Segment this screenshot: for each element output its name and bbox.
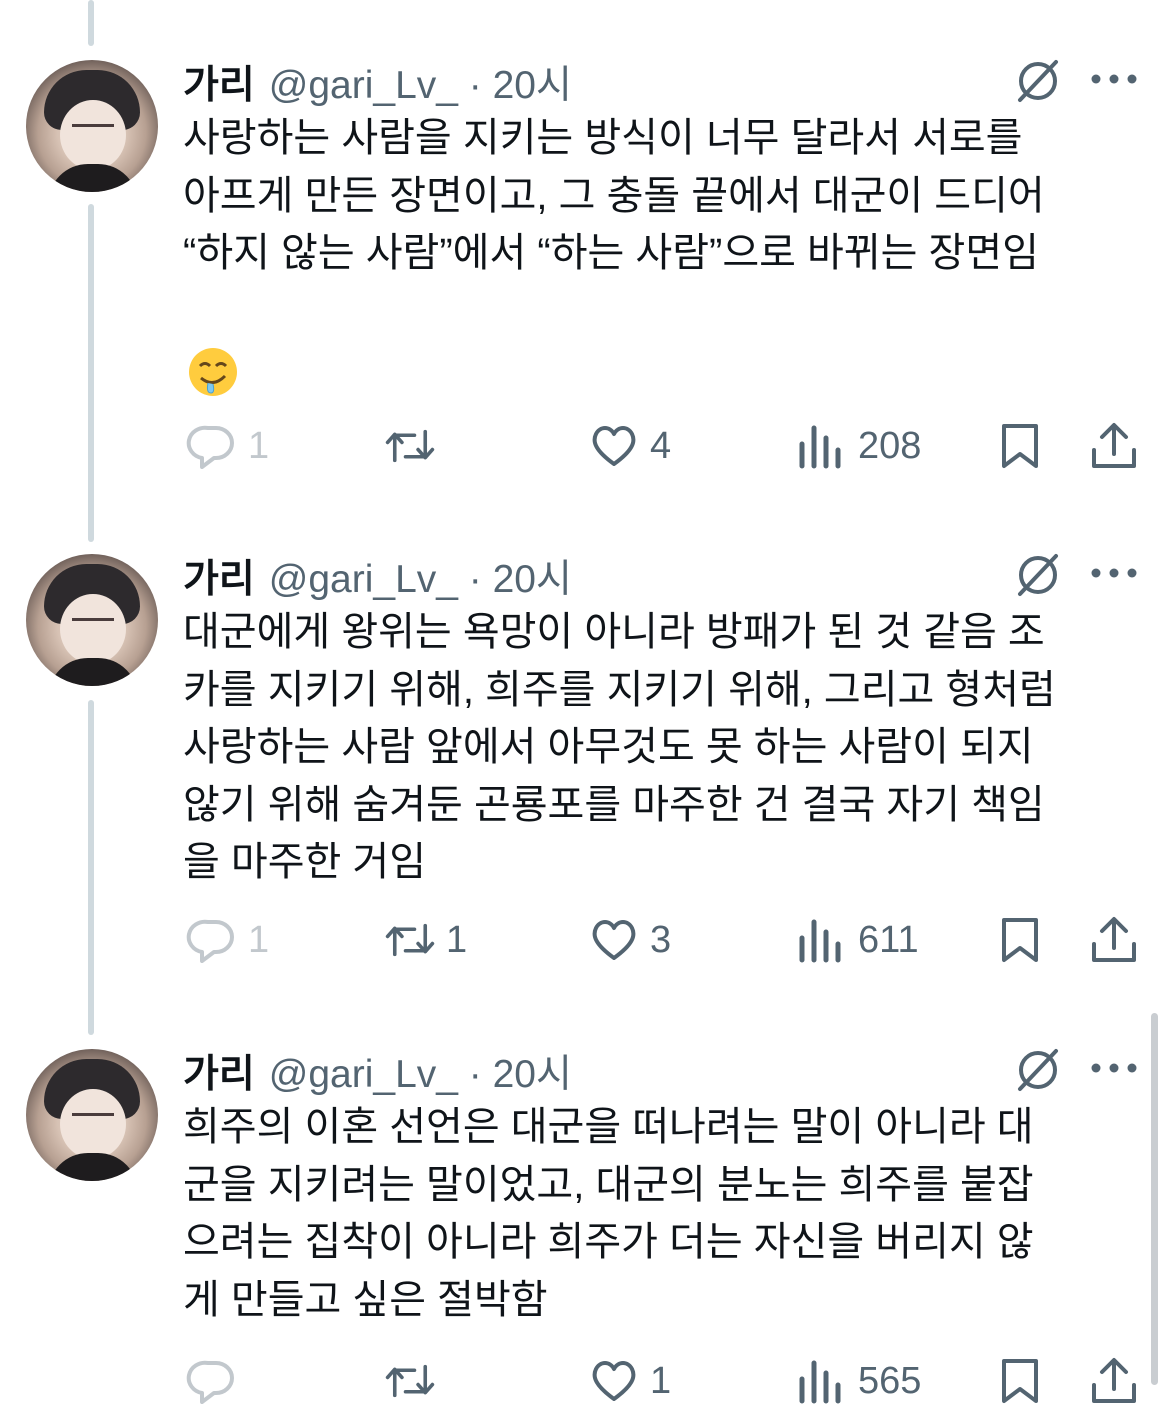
author-handle-time[interactable]: @gari_Lv_ · 20시 <box>269 54 572 110</box>
tweet-line: 사랑하는 사람 앞에서 아무것도 못 하는 사람이 되지 <box>183 725 1034 769</box>
like-icon <box>592 920 636 960</box>
reply-button[interactable]: 1 <box>186 420 269 472</box>
like-button[interactable]: 1 <box>588 1355 671 1407</box>
tweet-line: 않기 위해 숨겨둔 곤룡포를 마주한 건 결국 자기 책임 <box>183 782 1045 827</box>
avatar[interactable] <box>26 1049 158 1181</box>
reply-icon <box>186 425 234 469</box>
action-bar: 1 565 <box>0 1355 1169 1415</box>
tweet[interactable]: 가리 @gari_Lv_ · 20시 대군에게 왕위는 욕망이 아니라 방패가 … <box>0 530 1169 1025</box>
tweet-line: “하지 않는 사람”에서 “하는 사람”으로 바뀌는 장면임 <box>183 231 1039 275</box>
retweet-icon <box>385 429 435 463</box>
views-icon <box>799 425 841 469</box>
author-handle-time[interactable]: @gari_Lv_ · 20시 <box>269 548 572 604</box>
avatar[interactable] <box>26 60 158 192</box>
grok-icon[interactable] <box>1012 548 1064 600</box>
action-bar: 1 1 3 611 <box>0 914 1169 974</box>
share-icon <box>1092 423 1136 468</box>
grok-icon[interactable] <box>1012 1043 1064 1095</box>
share-button[interactable] <box>1088 420 1140 472</box>
bookmark-button[interactable] <box>994 1355 1046 1407</box>
like-count: 4 <box>650 424 672 467</box>
tweet-text: 희주의 이혼 선언은 대군을 떠나려는 말이 아니라 대 군을 지키려는 말이었… <box>183 1099 1143 1329</box>
author-name[interactable]: 가리 <box>183 548 255 604</box>
views-button[interactable]: 611 <box>796 914 919 966</box>
tweet-line: 아프게 만든 장면이고, 그 충돌 끝에서 대군이 드디어 <box>183 173 1045 218</box>
retweet-icon <box>385 923 435 957</box>
tweet-line: 으려는 집착이 아니라 희주가 더는 자신을 버리지 않 <box>183 1220 1034 1264</box>
retweet-count: 1 <box>446 918 468 961</box>
tweet[interactable]: 가리 @gari_Lv_ · 20시 희주의 이혼 선언은 대군을 떠나려는 말… <box>0 1025 1169 1404</box>
scrollbar[interactable] <box>1151 1013 1158 1385</box>
retweet-button[interactable] <box>384 420 446 472</box>
like-count: 1 <box>650 1359 672 1402</box>
tweet-line: 사랑하는 사람을 지키는 방식이 너무 달라서 서로를 <box>183 116 1023 160</box>
tweet-line: 카를 지키기 위해, 희주를 지키기 위해, 그리고 형처럼 <box>183 667 1056 712</box>
like-button[interactable]: 4 <box>588 420 671 472</box>
reply-button[interactable]: 1 <box>186 914 269 966</box>
views-count: 208 <box>858 424 922 467</box>
views-icon <box>799 919 841 963</box>
retweet-button[interactable]: 1 <box>384 914 467 966</box>
tweet-text: 대군에게 왕위는 욕망이 아니라 방패가 된 것 같음 조 카를 지키기 위해,… <box>183 604 1143 892</box>
bookmark-icon <box>1002 424 1038 468</box>
views-button[interactable]: 565 <box>796 1355 921 1407</box>
views-count: 565 <box>858 1359 922 1402</box>
like-icon <box>592 1361 636 1401</box>
author-name[interactable]: 가리 <box>183 54 255 110</box>
share-button[interactable] <box>1088 914 1140 966</box>
bookmark-button[interactable] <box>994 914 1046 966</box>
views-icon <box>799 1360 841 1404</box>
share-icon <box>1092 917 1136 962</box>
more-icon[interactable] <box>1090 73 1138 85</box>
tweet-line: 군을 지키려는 말이었고, 대군의 분노는 희주를 붙잡 <box>183 1162 1034 1207</box>
reply-button[interactable] <box>186 1355 248 1407</box>
bookmark-icon <box>1002 918 1038 962</box>
reply-icon <box>186 1360 234 1404</box>
author-handle-time[interactable]: @gari_Lv_ · 20시 <box>269 1043 572 1099</box>
tweet-line: 희주의 이혼 선언은 대군을 떠나려는 말이 아니라 대 <box>183 1105 1034 1149</box>
share-icon <box>1092 1358 1136 1403</box>
drooling-face-emoji <box>189 348 237 396</box>
views-button[interactable]: 208 <box>796 420 921 472</box>
tweet[interactable]: 가리 @gari_Lv_ · 20시 사랑하는 사람을 지키는 방식이 너무 달… <box>0 0 1169 530</box>
more-icon[interactable] <box>1090 1062 1138 1074</box>
bookmark-icon <box>1002 1359 1038 1403</box>
reply-count: 1 <box>248 424 270 467</box>
retweet-button[interactable] <box>384 1355 446 1407</box>
tweet-line: 대군에게 왕위는 욕망이 아니라 방패가 된 것 같음 조 <box>183 610 1045 654</box>
tweet-line: 게 만들고 싶은 절박함 <box>183 1277 548 1322</box>
retweet-icon <box>385 1364 435 1398</box>
tweet-line: 을 마주한 거임 <box>183 840 427 884</box>
more-icon[interactable] <box>1090 567 1138 579</box>
grok-icon[interactable] <box>1012 54 1064 106</box>
author-name[interactable]: 가리 <box>183 1043 255 1099</box>
bookmark-button[interactable] <box>994 420 1046 472</box>
action-bar: 1 4 208 <box>0 420 1169 480</box>
tweet-text: 사랑하는 사람을 지키는 방식이 너무 달라서 서로를 아프게 만든 장면이고,… <box>183 110 1143 283</box>
views-count: 611 <box>858 918 919 961</box>
avatar[interactable] <box>26 554 158 686</box>
like-count: 3 <box>650 918 672 961</box>
reply-count: 1 <box>248 918 270 961</box>
reply-icon <box>186 919 234 963</box>
like-button[interactable]: 3 <box>588 914 671 966</box>
share-button[interactable] <box>1088 1355 1140 1407</box>
like-icon <box>592 426 636 466</box>
